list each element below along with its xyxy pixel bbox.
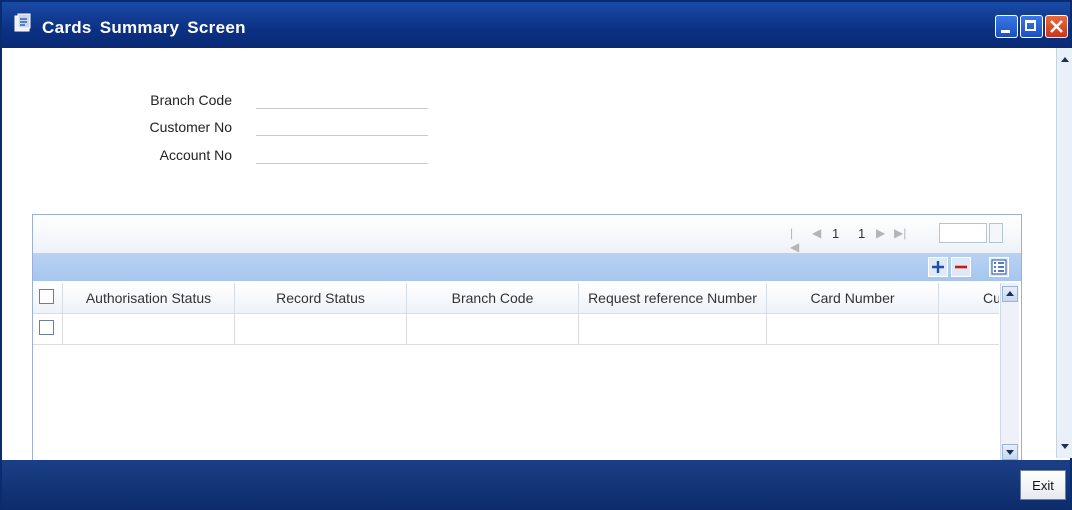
window-scroll-down-icon[interactable]	[1058, 440, 1072, 457]
prev-page-icon[interactable]: ◀	[812, 226, 821, 240]
title-word: Summary	[99, 18, 180, 37]
results-grid: |◀ ◀ 1 1 ▶ ▶| Authorisation Status Recor…	[32, 214, 1022, 466]
add-row-button[interactable]	[928, 257, 948, 277]
close-icon[interactable]	[1045, 15, 1068, 38]
list-view-icon	[991, 259, 1007, 275]
delete-row-button[interactable]	[951, 257, 971, 277]
title-word: Screen	[187, 18, 246, 37]
column-header[interactable]: Cu	[939, 283, 999, 313]
exit-button[interactable]: Exit	[1020, 470, 1066, 500]
row-checkbox[interactable]	[39, 320, 54, 335]
branch-code-input[interactable]	[256, 90, 428, 109]
account-no-input[interactable]	[256, 145, 428, 164]
title-bar: Cards Summary Screen	[2, 2, 1070, 48]
next-page-icon[interactable]: ▶	[876, 226, 885, 240]
column-header[interactable]: Record Status	[235, 283, 407, 313]
window-scroll-up-icon[interactable]	[1058, 52, 1072, 69]
account-no-label: Account No	[159, 147, 232, 163]
table-row[interactable]	[33, 314, 999, 345]
column-header[interactable]: Authorisation Status	[63, 283, 235, 313]
customer-no-input[interactable]	[256, 117, 428, 136]
last-page-icon[interactable]: ▶|	[894, 226, 906, 240]
scroll-down-icon[interactable]	[1002, 444, 1018, 460]
current-page: 1	[832, 226, 840, 241]
first-page-icon[interactable]: |◀	[790, 226, 799, 254]
minus-icon	[955, 265, 967, 269]
grid-scrollbar[interactable]	[1000, 283, 1019, 463]
single-view-button[interactable]	[989, 257, 1009, 277]
table-cell	[579, 314, 767, 344]
table-cell	[767, 314, 939, 344]
goto-page-input[interactable]	[939, 223, 987, 243]
plus-icon	[932, 261, 944, 273]
table-cell	[407, 314, 579, 344]
grid-header-row: Authorisation Status Record Status Branc…	[33, 283, 999, 314]
total-pages: 1	[858, 226, 866, 241]
table-cell	[235, 314, 407, 344]
minimize-icon[interactable]	[995, 15, 1018, 38]
table-cell	[939, 314, 999, 344]
footer-bar: Exit	[2, 460, 1070, 510]
window-app-icon	[12, 12, 34, 34]
table-cell	[63, 314, 235, 344]
branch-code-label: Branch Code	[150, 92, 232, 108]
select-all-cell	[33, 283, 63, 313]
select-all-checkbox[interactable]	[39, 289, 54, 304]
cards-summary-window: Cards Summary Screen Branch Code Customer …	[0, 0, 1072, 510]
goto-page-button[interactable]	[989, 223, 1003, 243]
customer-no-label: Customer No	[149, 119, 232, 135]
grid-action-bar	[33, 253, 1021, 281]
title-word: Cards	[42, 18, 92, 37]
column-header[interactable]: Request reference Number	[579, 283, 767, 313]
row-select-cell	[33, 314, 63, 344]
pager-bar: |◀ ◀ 1 1 ▶ ▶|	[33, 215, 1021, 254]
window-title: Cards Summary Screen	[42, 18, 254, 38]
maximize-icon[interactable]	[1020, 15, 1043, 38]
scroll-up-icon[interactable]	[1002, 286, 1018, 302]
column-header[interactable]: Branch Code	[407, 283, 579, 313]
column-header[interactable]: Card Number	[767, 283, 939, 313]
window-scrollbar[interactable]	[1056, 48, 1072, 458]
